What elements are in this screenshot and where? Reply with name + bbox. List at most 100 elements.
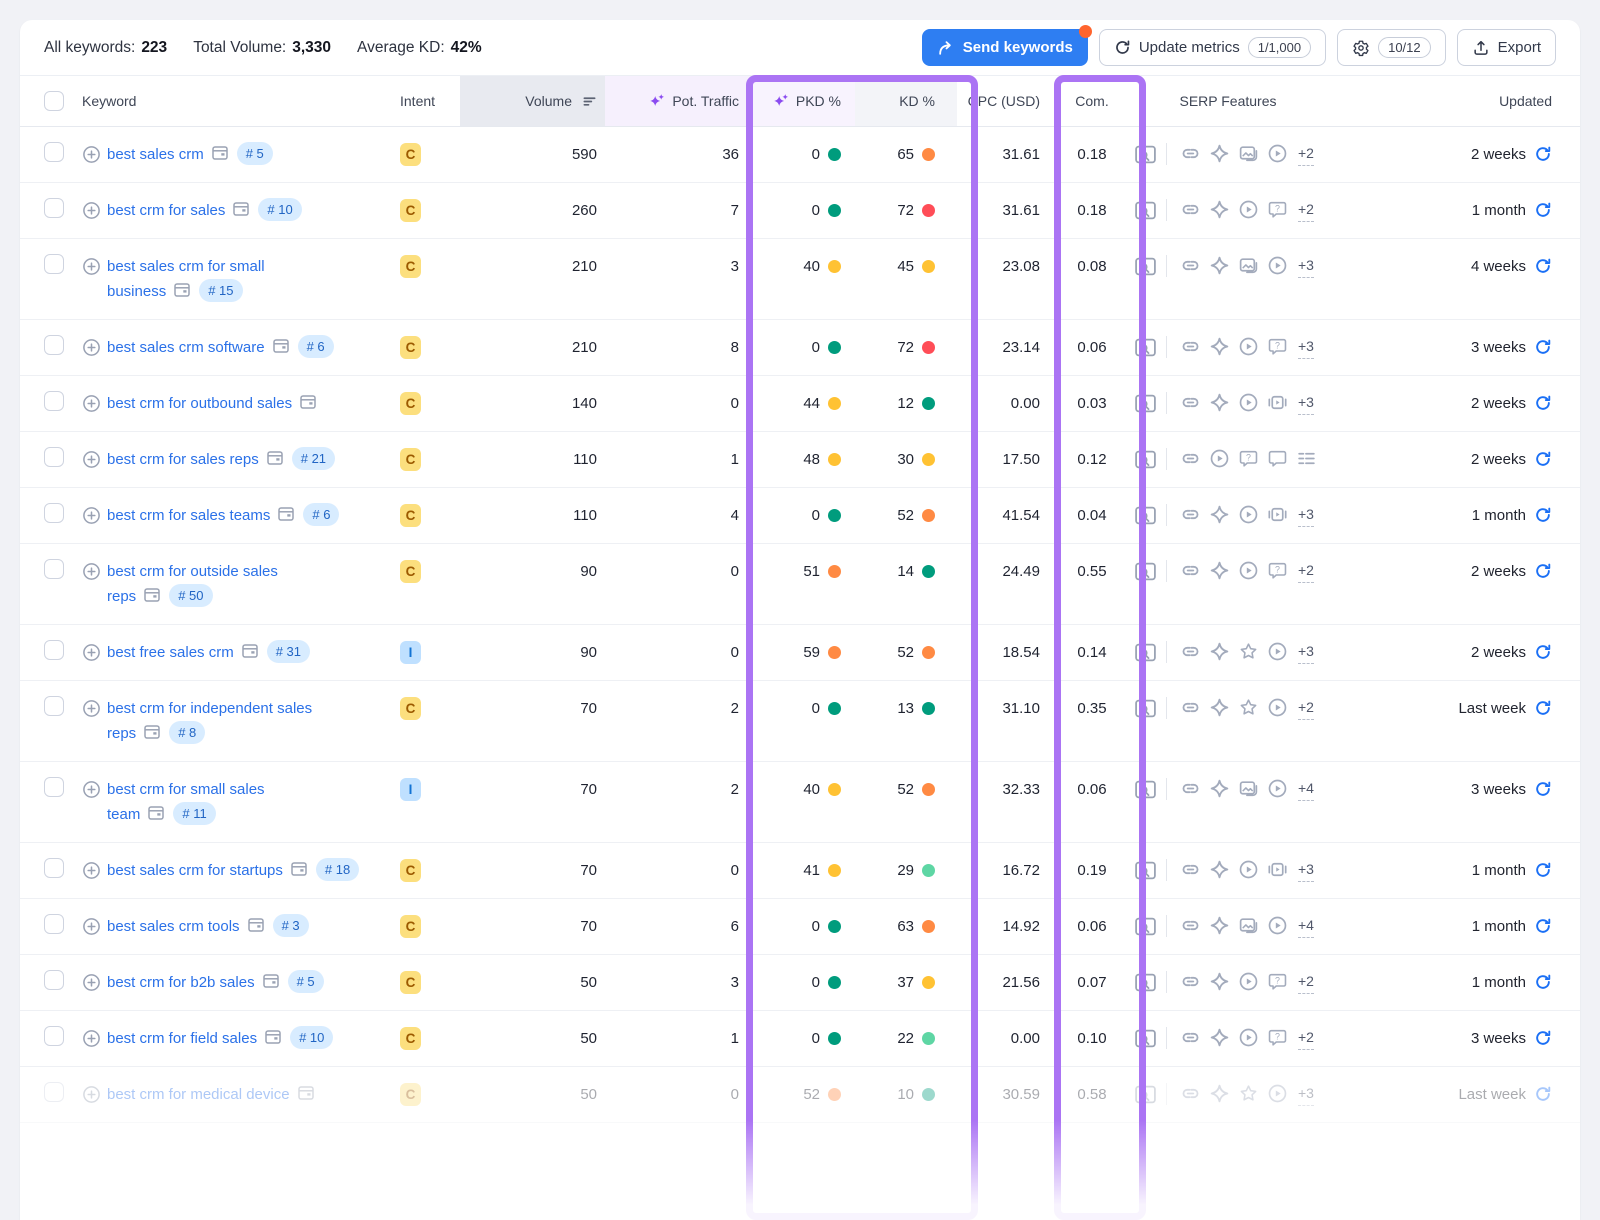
serp-more-features-link[interactable]: +3 xyxy=(1298,641,1314,664)
add-keyword-icon[interactable] xyxy=(82,338,101,357)
keyword-link[interactable]: best crm for sales teams# 6 xyxy=(107,507,339,524)
refresh-keyword-icon[interactable] xyxy=(1534,338,1552,356)
row-checkbox[interactable] xyxy=(44,914,64,934)
serp-snapshot-icon[interactable] xyxy=(272,337,290,355)
serp-preview-icon[interactable] xyxy=(1134,642,1157,663)
keyword-link[interactable]: best crm for sales# 10 xyxy=(107,202,302,219)
serp-snapshot-icon[interactable] xyxy=(211,144,229,162)
add-keyword-icon[interactable] xyxy=(82,917,101,936)
add-keyword-icon[interactable] xyxy=(82,861,101,880)
send-keywords-button[interactable]: Send keywords xyxy=(922,29,1088,66)
serp-preview-icon[interactable] xyxy=(1134,337,1157,358)
add-keyword-icon[interactable] xyxy=(82,145,101,164)
refresh-keyword-icon[interactable] xyxy=(1534,1085,1552,1103)
serp-snapshot-icon[interactable] xyxy=(299,393,317,411)
add-keyword-icon[interactable] xyxy=(82,257,101,276)
row-checkbox[interactable] xyxy=(44,858,64,878)
keyword-link[interactable]: best crm for b2b sales# 5 xyxy=(107,974,324,991)
kd-column-header[interactable]: KD % xyxy=(855,76,957,126)
serp-more-features-link[interactable]: +3 xyxy=(1298,859,1314,882)
serp-snapshot-icon[interactable] xyxy=(264,1028,282,1046)
refresh-keyword-icon[interactable] xyxy=(1534,257,1552,275)
add-keyword-icon[interactable] xyxy=(82,1085,101,1104)
serp-more-features-link[interactable]: +3 xyxy=(1298,504,1314,527)
row-checkbox[interactable] xyxy=(44,970,64,990)
row-checkbox[interactable] xyxy=(44,1026,64,1046)
serp-snapshot-icon[interactable] xyxy=(277,505,295,523)
serp-more-features-link[interactable]: +2 xyxy=(1298,697,1314,720)
serp-preview-icon[interactable] xyxy=(1134,779,1157,800)
keyword-link[interactable]: best crm for independent sales reps# 8 xyxy=(107,700,312,742)
keyword-link[interactable]: best crm for outside sales reps# 50 xyxy=(107,563,278,605)
keyword-link[interactable]: best sales crm tools# 3 xyxy=(107,918,309,935)
serp-snapshot-icon[interactable] xyxy=(143,586,161,604)
row-checkbox[interactable] xyxy=(44,447,64,467)
add-keyword-icon[interactable] xyxy=(82,780,101,799)
serp-preview-icon[interactable] xyxy=(1134,1028,1157,1049)
serp-preview-icon[interactable] xyxy=(1134,698,1157,719)
serp-snapshot-icon[interactable] xyxy=(297,1084,315,1102)
update-metrics-button[interactable]: Update metrics 1/1,000 xyxy=(1099,29,1326,66)
serp-snapshot-icon[interactable] xyxy=(247,916,265,934)
serp-snapshot-icon[interactable] xyxy=(147,804,165,822)
keyword-link[interactable]: best crm for medical device xyxy=(107,1086,319,1103)
competition-column-header[interactable]: Com. xyxy=(1058,76,1126,126)
cpc-column-header[interactable]: CPC (USD) xyxy=(957,76,1058,126)
add-keyword-icon[interactable] xyxy=(82,699,101,718)
serp-preview-icon[interactable] xyxy=(1134,1084,1157,1105)
serp-preview-icon[interactable] xyxy=(1134,505,1157,526)
select-all-checkbox[interactable] xyxy=(44,91,64,111)
refresh-keyword-icon[interactable] xyxy=(1534,506,1552,524)
serp-more-features-link[interactable]: +3 xyxy=(1298,392,1314,415)
refresh-keyword-icon[interactable] xyxy=(1534,861,1552,879)
add-keyword-icon[interactable] xyxy=(82,394,101,413)
manage-columns-button[interactable]: 10/12 xyxy=(1337,29,1446,66)
serp-more-features-link[interactable]: +2 xyxy=(1298,971,1314,994)
row-checkbox[interactable] xyxy=(44,559,64,579)
serp-preview-icon[interactable] xyxy=(1134,972,1157,993)
keyword-link[interactable]: best sales crm software# 6 xyxy=(107,339,334,356)
serp-preview-icon[interactable] xyxy=(1134,393,1157,414)
serp-snapshot-icon[interactable] xyxy=(232,200,250,218)
volume-column-header[interactable]: Volume xyxy=(460,76,605,126)
serp-more-features-link[interactable]: +2 xyxy=(1298,1027,1314,1050)
row-checkbox[interactable] xyxy=(44,142,64,162)
refresh-keyword-icon[interactable] xyxy=(1534,699,1552,717)
add-keyword-icon[interactable] xyxy=(82,973,101,992)
serp-more-features-link[interactable]: +4 xyxy=(1298,915,1314,938)
serp-more-features-link[interactable]: +4 xyxy=(1298,778,1314,801)
serp-snapshot-icon[interactable] xyxy=(143,723,161,741)
refresh-keyword-icon[interactable] xyxy=(1534,201,1552,219)
refresh-keyword-icon[interactable] xyxy=(1534,450,1552,468)
refresh-keyword-icon[interactable] xyxy=(1534,145,1552,163)
row-checkbox[interactable] xyxy=(44,198,64,218)
keyword-link[interactable]: best sales crm for small business# 15 xyxy=(107,258,265,300)
serp-preview-icon[interactable] xyxy=(1134,256,1157,277)
add-keyword-icon[interactable] xyxy=(82,562,101,581)
row-checkbox[interactable] xyxy=(44,254,64,274)
keyword-link[interactable]: best sales crm for startups# 18 xyxy=(107,862,359,879)
refresh-keyword-icon[interactable] xyxy=(1534,780,1552,798)
serp-more-features-link[interactable]: +3 xyxy=(1298,336,1314,359)
serp-preview-icon[interactable] xyxy=(1134,200,1157,221)
serp-preview-icon[interactable] xyxy=(1134,916,1157,937)
serp-preview-icon[interactable] xyxy=(1134,561,1157,582)
serp-more-features-link[interactable]: +2 xyxy=(1298,199,1314,222)
keyword-link[interactable]: best crm for sales reps# 21 xyxy=(107,451,335,468)
row-checkbox[interactable] xyxy=(44,391,64,411)
serp-preview-icon[interactable] xyxy=(1134,449,1157,470)
refresh-keyword-icon[interactable] xyxy=(1534,394,1552,412)
serp-more-features-link[interactable]: +2 xyxy=(1298,560,1314,583)
keyword-link[interactable]: best crm for field sales# 10 xyxy=(107,1030,333,1047)
potential-traffic-column-header[interactable]: Pot. Traffic xyxy=(605,76,753,126)
refresh-keyword-icon[interactable] xyxy=(1534,643,1552,661)
updated-column-header[interactable]: Updated xyxy=(1322,76,1580,126)
serp-more-features-link[interactable]: +3 xyxy=(1298,1083,1314,1106)
row-checkbox[interactable] xyxy=(44,777,64,797)
row-checkbox[interactable] xyxy=(44,335,64,355)
serp-more-features-link[interactable]: +3 xyxy=(1298,255,1314,278)
keyword-link[interactable]: best crm for small sales team# 11 xyxy=(107,781,265,823)
add-keyword-icon[interactable] xyxy=(82,201,101,220)
row-checkbox[interactable] xyxy=(44,696,64,716)
serp-snapshot-icon[interactable] xyxy=(241,642,259,660)
